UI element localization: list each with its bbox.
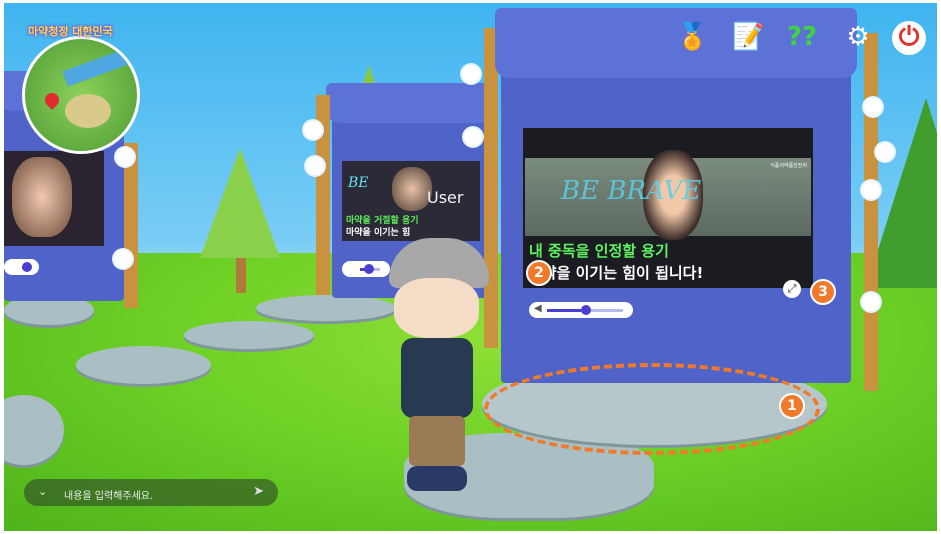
minimap-title: 마약청정 대한민국 <box>28 25 113 38</box>
game-viewport[interactable]: BE 마약을 거절할 용기 마약을 이기는 힘 User BE BRAVE 식품… <box>4 3 937 531</box>
video-person <box>392 167 432 211</box>
callout-3: 3 <box>810 279 836 305</box>
screen-watermark: BE <box>348 175 369 191</box>
volume-slider-left[interactable] <box>4 259 39 275</box>
callout-2: 2 <box>526 260 552 286</box>
pine-tree <box>200 148 280 258</box>
fullscreen-button[interactable]: ⤢ <box>783 280 801 298</box>
volume-slider-main[interactable]: ◀ <box>529 302 633 318</box>
send-icon[interactable]: ➤ <box>253 484 264 499</box>
settings-icon[interactable]: ⚙ <box>842 21 874 53</box>
target-highlight <box>484 363 820 455</box>
speaker-icon: ◀ <box>534 303 542 314</box>
vine-flower <box>862 293 880 311</box>
screen-caption-2: 마약을 이기는 힘이 됩니다! <box>529 264 704 282</box>
booth-post <box>864 33 878 391</box>
vine-flower <box>464 128 482 146</box>
location-pin-icon <box>42 90 62 110</box>
vine-flower <box>462 65 480 83</box>
chat-input-bar[interactable]: ⌄ 내용을 입력해주세요. ➤ <box>24 479 278 506</box>
avatar-vest <box>401 338 473 418</box>
player-name-tag: User <box>427 188 464 207</box>
player-avatar[interactable] <box>379 238 494 503</box>
screen-watermark: BE BRAVE <box>561 176 702 206</box>
callout-1: 1 <box>779 393 805 419</box>
vine-flower <box>116 148 134 166</box>
broadcaster-logo: 식품의약품안전처 <box>770 163 807 169</box>
video-booth-main: BE BRAVE 식품의약품안전처 내 중독을 인정할 용기 마약을 이기는 힘… <box>495 8 857 383</box>
stepping-stone[interactable] <box>256 295 396 321</box>
chat-input[interactable]: 내용을 입력해주세요. <box>64 487 153 502</box>
video-screen-left[interactable] <box>4 151 104 246</box>
video-screen-main[interactable]: BE BRAVE 식품의약품안전처 내 중독을 인정할 용기 마약을 이기는 힘… <box>523 128 813 288</box>
avatar-pants <box>409 416 465 466</box>
stepping-stone[interactable] <box>76 346 211 384</box>
tree-trunk <box>236 258 246 293</box>
power-icon[interactable]: ⏻ <box>892 21 926 55</box>
screen-caption-2: 마약을 이기는 힘 <box>346 228 411 238</box>
vine-flower <box>876 143 894 161</box>
help-icon[interactable]: ?? <box>786 21 818 53</box>
chevron-down-icon[interactable]: ⌄ <box>38 485 47 498</box>
vine-flower <box>864 98 882 116</box>
minimap[interactable] <box>22 36 140 154</box>
booth-post <box>124 143 138 308</box>
minimap-river <box>62 47 134 87</box>
stepping-stone[interactable] <box>184 321 314 349</box>
vine-flower <box>862 181 880 199</box>
vine-flower <box>304 121 322 139</box>
avatar-head <box>394 278 479 338</box>
minimap-plaza <box>65 94 111 128</box>
booth-roof <box>326 83 498 123</box>
video-thumbnail <box>12 157 72 237</box>
vine-flower <box>306 157 324 175</box>
avatar-shoes <box>407 466 467 491</box>
medal-icon[interactable]: 🏅 <box>676 21 708 53</box>
vine-flower <box>114 250 132 268</box>
screen-caption-1: 내 중독을 인정할 용기 <box>529 242 669 260</box>
note-pencil-icon[interactable]: 📝 <box>732 21 764 53</box>
